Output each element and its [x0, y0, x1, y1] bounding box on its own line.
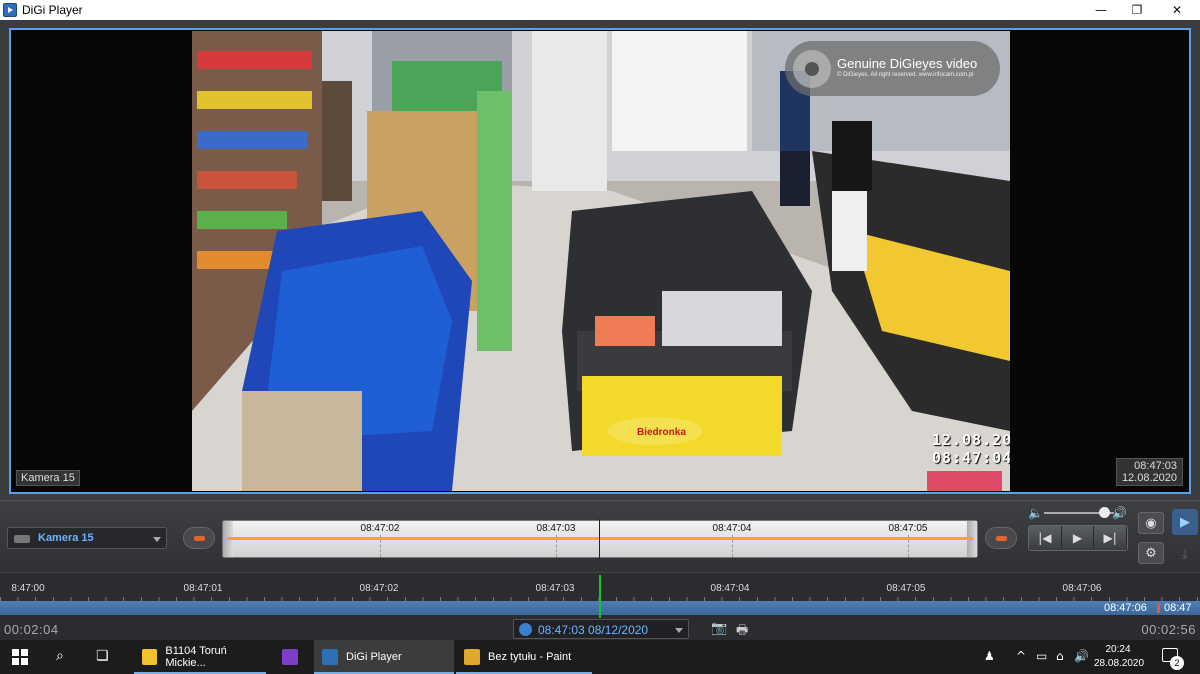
taskbar-app-label: Bez tytułu - Paint: [488, 651, 572, 663]
timeline-recording-track: [227, 537, 973, 540]
ruler-label: 08:47:02: [359, 583, 399, 594]
camera-select-value: Kamera 15: [38, 532, 94, 544]
watermark-copyright: © DiGieyes. All right reserved. www.info…: [837, 72, 974, 78]
chevron-down-icon: [675, 628, 683, 633]
side-download-button[interactable]: ⤓: [1172, 541, 1198, 567]
prev-frame-button[interactable]: |◀: [1029, 526, 1062, 550]
taskbar-app-label: DiGi Player: [346, 651, 402, 663]
volume-icon[interactable]: 🔊: [1112, 506, 1127, 520]
clock-time: 20:24: [1105, 644, 1131, 655]
folder-icon: [142, 649, 158, 665]
datetime-value: 08:47:03 08/12/2020: [538, 623, 649, 637]
taskbar-app-paint[interactable]: Bez tytułu - Paint: [456, 640, 592, 674]
video-frame[interactable]: Biedronka Genuine DiGieyes video © DiGie…: [9, 28, 1191, 494]
notification-count-badge: 2: [1170, 656, 1184, 670]
chevron-down-icon: [153, 537, 161, 542]
taskbar-app-label: B1104 Toruń Mickie...: [165, 645, 227, 669]
ruler-label: 08:47:04: [710, 583, 750, 594]
play-button[interactable]: ▶: [1061, 526, 1095, 550]
window-title: DiGi Player: [22, 3, 83, 17]
ruler-end-time-cut: 08:47: [1164, 602, 1192, 614]
ruler-playhead[interactable]: [599, 575, 601, 619]
watermark-title: Genuine DiGieyes video: [837, 56, 978, 71]
next-frame-button[interactable]: ▶|: [1094, 526, 1127, 550]
eye-button[interactable]: ◉: [1138, 512, 1164, 534]
timeline-label: 08:47:05: [888, 523, 928, 534]
taskbar-clock[interactable]: 20:24 28.08.2020: [1094, 643, 1145, 671]
paint-palette-icon: [464, 649, 480, 665]
windows-start-icon[interactable]: [12, 649, 28, 665]
zoomed-timeline[interactable]: 08:47:02 08:47:03 08:47:04 08:47:05: [222, 519, 978, 559]
volume-control: 🔈 🔊: [1028, 506, 1128, 520]
timeline-label: 08:47:04: [712, 523, 752, 534]
clock-icon: [519, 623, 532, 636]
network-icon[interactable]: ⌂: [1056, 649, 1064, 663]
ruler-end-marker: [1157, 603, 1160, 613]
ruler-label: 8:47:00: [11, 583, 45, 594]
datetime-select[interactable]: 08:47:03 08/12/2020: [513, 619, 689, 639]
frame-timestamp-box: 08:47:03 12.08.2020: [1115, 458, 1183, 486]
tray-chevron-icon[interactable]: ^: [1016, 649, 1026, 663]
ruler-end-time: 08:47:06: [1104, 602, 1147, 614]
timeline-label: 08:47:03: [536, 523, 576, 534]
clock-date: 28.08.2020: [1094, 658, 1145, 669]
taskbar-app-digi-player[interactable]: DiGi Player: [314, 640, 454, 674]
mute-icon[interactable]: 🔈: [1028, 506, 1043, 520]
camera-icon: [14, 535, 30, 543]
search-icon[interactable]: ⌕: [56, 648, 64, 664]
frame-date: 12.08.2020: [1121, 472, 1177, 484]
snapshot-camera-icon[interactable]: 📷: [711, 621, 727, 636]
status-row: 00:02:04 08:47:03 08/12/2020 📷 🖶 00:02:5…: [0, 618, 1200, 640]
eye-logo-icon: [793, 50, 831, 88]
osd-timestamp: 12.08.2020 08:47:04: [932, 431, 1010, 467]
store-sign-text: Biedronka: [637, 427, 686, 438]
watermark: Genuine DiGieyes video © DiGieyes. All r…: [785, 41, 1000, 96]
people-icon[interactable]: ♟: [984, 649, 995, 663]
store-scene: Biedronka: [192, 31, 1010, 491]
ruler-label: 08:47:03: [535, 583, 575, 594]
camera-video-feed: Biedronka Genuine DiGieyes video © DiGie…: [192, 31, 1010, 491]
frame-time: 08:47:03: [1134, 460, 1177, 472]
taskbar-app-clapper[interactable]: [274, 640, 310, 674]
overview-timeline[interactable]: 8:47:00 08:47:01 08:47:02 08:47:03 08:47…: [0, 572, 1200, 619]
ruler-label: 08:47:01: [183, 583, 223, 594]
step-forward-button[interactable]: [985, 527, 1017, 549]
ruler-label: 08:47:06: [1062, 583, 1102, 594]
timeline-cursor[interactable]: [599, 519, 600, 559]
volume-slider-knob[interactable]: [1098, 507, 1110, 518]
camera-select[interactable]: Kamera 15: [7, 527, 167, 549]
remaining-time: 00:02:56: [1141, 622, 1196, 637]
step-back-button[interactable]: [183, 527, 215, 549]
battery-icon[interactable]: ▭: [1036, 649, 1047, 663]
side-play-button[interactable]: ▶: [1172, 509, 1198, 535]
ruler-label: 08:47:05: [886, 583, 926, 594]
title-bar: DiGi Player — ❐ ✕: [0, 0, 1200, 20]
close-button[interactable]: ✕: [1154, 0, 1200, 20]
task-view-icon[interactable]: ❏: [96, 648, 109, 664]
clapperboard-icon: [282, 649, 298, 665]
app-icon: [3, 3, 17, 17]
main-area: Biedronka Genuine DiGieyes video © DiGie…: [0, 20, 1200, 500]
playback-controls: Kamera 15 08:47:02 08:47:03 08:47:04 08:…: [0, 500, 1200, 572]
camera-label: Kamera 15: [16, 470, 80, 486]
digi-player-icon: [322, 649, 338, 665]
volume-tray-icon[interactable]: 🔊: [1074, 649, 1089, 663]
settings-gear-button[interactable]: ⚙: [1138, 542, 1164, 564]
timeline-label: 08:47:02: [360, 523, 400, 534]
elapsed-time: 00:02:04: [4, 622, 59, 637]
taskbar: ⌕ ❏ B1104 Toruń Mickie... DiGi Player Be…: [0, 640, 1200, 674]
taskbar-app-explorer[interactable]: B1104 Toruń Mickie...: [134, 640, 266, 674]
transport-buttons: |◀ ▶ ▶|: [1028, 525, 1128, 551]
